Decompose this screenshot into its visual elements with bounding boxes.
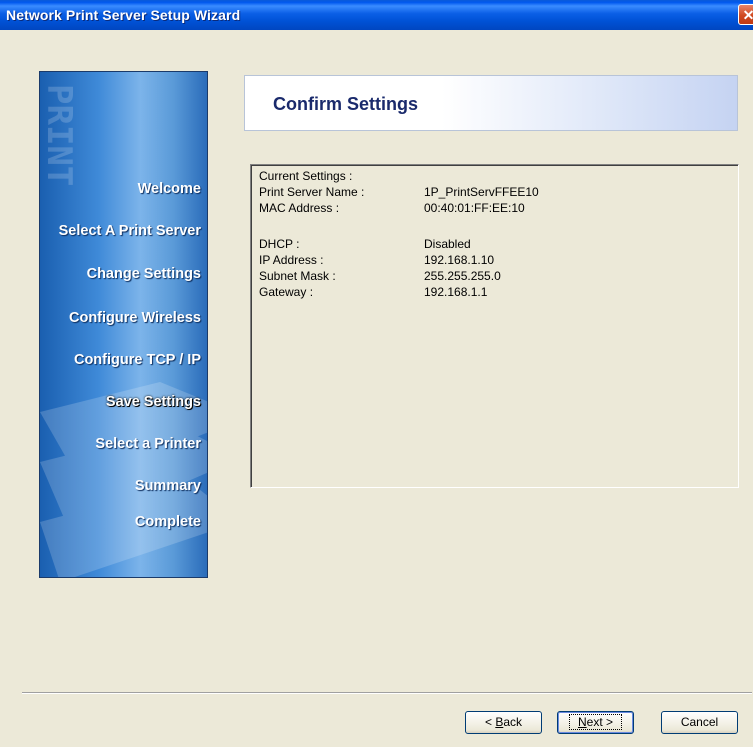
window-title: Network Print Server Setup Wizard	[6, 7, 241, 23]
footer-divider	[22, 692, 752, 694]
next-focus-ring: Next >	[568, 714, 623, 730]
settings-value-mac-address: 00:40:01:FF:EE:10	[424, 201, 525, 215]
step-change-settings: Change Settings	[86, 266, 201, 282]
settings-value-subnet-mask: 255.255.255.0	[424, 269, 501, 283]
title-bar: Network Print Server Setup Wizard ✕	[0, 0, 753, 30]
settings-heading: Current Settings :	[259, 169, 353, 183]
settings-value-gateway: 192.168.1.1	[424, 285, 488, 299]
settings-value-dhcp: Disabled	[424, 237, 471, 251]
next-accelerator: N	[577, 715, 587, 729]
step-select-printer: Select a Printer	[95, 436, 201, 452]
step-select-print-server: Select A Print Server	[58, 223, 201, 239]
print-watermark: PRINT	[39, 84, 79, 187]
page-header: Confirm Settings	[244, 75, 738, 131]
step-configure-tcp-ip: Configure TCP / IP	[73, 352, 201, 368]
step-save-settings: Save Settings	[105, 394, 201, 410]
settings-value-print-server-name: 1P_PrintServFFEE10	[424, 185, 539, 199]
settings-value-ip-address: 192.168.1.10	[424, 253, 495, 267]
settings-label-ip-address: IP Address :	[259, 253, 324, 267]
cancel-button[interactable]: Cancel	[661, 711, 738, 734]
step-welcome: Welcome	[137, 181, 201, 197]
page-title: Confirm Settings	[273, 94, 419, 114]
step-configure-wireless: Configure Wireless	[68, 310, 201, 326]
step-summary: Summary	[134, 478, 201, 494]
settings-label-mac-address: MAC Address :	[259, 201, 340, 215]
wizard-steps-panel: PRINT Welcome Select A Print Server Chan…	[39, 71, 208, 578]
step-complete: Complete	[134, 514, 201, 530]
settings-label-dhcp: DHCP :	[259, 237, 300, 251]
back-button[interactable]: < Back	[465, 711, 542, 734]
close-button[interactable]: ✕	[738, 4, 753, 25]
settings-label-gateway: Gateway :	[259, 285, 314, 299]
settings-summary-box: Current Settings : Print Server Name : 1…	[250, 164, 739, 488]
settings-label-subnet-mask: Subnet Mask :	[259, 269, 336, 283]
next-button[interactable]: Next >	[557, 711, 634, 734]
settings-label-print-server-name: Print Server Name :	[259, 185, 365, 199]
